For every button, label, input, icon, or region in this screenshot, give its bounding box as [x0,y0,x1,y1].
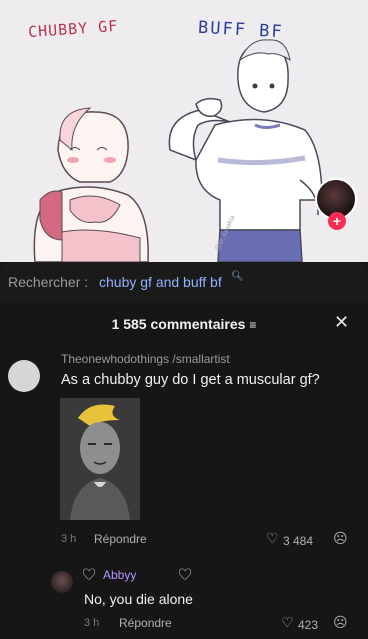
reply-avatar[interactable] [51,571,73,593]
heart-icon[interactable]: ♡ [266,530,279,547]
comic-illustration [33,39,323,262]
avatar[interactable] [8,360,40,392]
comment-username[interactable]: Theonewhodothings /smallartist [61,352,230,366]
search-label: Rechercher : [8,274,89,290]
video-preview[interactable]: CHUBBY GF BUFF BF @lo_lunakia + [0,0,368,262]
reply-button[interactable]: Répondre [94,532,147,546]
heart-decoration-icon: 🤍︎ [82,569,96,581]
comments-count: 1 585 commentaires [111,316,246,332]
comments-sheet: 1 585 commentaires ≡ ✕ Theonewhodothings … [0,302,368,639]
heart-decoration-icon: 🤍︎ [178,569,192,581]
reply-text: No, you die alone [84,591,193,607]
search-icon[interactable]: 🔍︎ [231,271,244,282]
close-icon[interactable]: ✕ [334,312,349,333]
comment-text: As a chubby guy do I get a muscular gf? [61,372,320,388]
dislike-icon[interactable]: ☹ [333,614,348,631]
heart-icon[interactable]: ♡ [281,614,294,631]
follow-plus-icon[interactable]: + [328,212,346,230]
reply-button[interactable]: Répondre [119,616,172,630]
comment-image[interactable] [60,398,140,520]
comment-time: 3 h [61,533,77,545]
reply-time: 3 h [84,617,100,629]
reply-username[interactable]: Abbyy [103,568,136,582]
like-count: 423 [298,618,319,632]
filter-icon[interactable]: ≡ [249,318,256,332]
like-count: 3 484 [283,534,314,548]
comment-image-drawing [60,398,140,520]
search-bar[interactable]: Rechercher : chuby gf and buff bf 🔍︎ [0,262,368,302]
comments-header: 1 585 commentaires ≡ [0,316,368,332]
dislike-icon[interactable]: ☹ [333,530,348,547]
search-query-link[interactable]: chuby gf and buff bf [99,274,222,290]
